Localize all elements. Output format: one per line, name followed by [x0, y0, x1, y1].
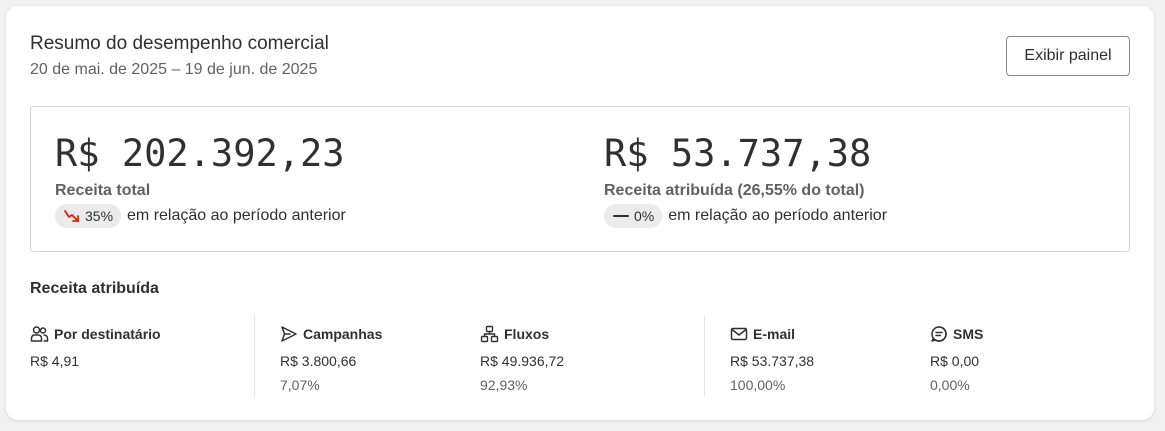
- card-title: Resumo do desempenho comercial: [30, 33, 329, 54]
- total-revenue-metric: R$ 202.392,23 Receita total 35% em relaç…: [55, 132, 346, 228]
- attributed-revenue-metric: R$ 53.737,38 Receita atribuída (26,55% d…: [604, 132, 887, 228]
- stat-email: E-mail R$ 53.737,38 100,00%: [730, 324, 814, 393]
- stat-percent: 0,00%: [930, 377, 970, 393]
- stat-value: R$ 3.800,66: [280, 353, 357, 369]
- total-revenue-value: R$ 202.392,23: [55, 132, 345, 175]
- send-icon: [280, 325, 298, 343]
- attributed-revenue-label: Receita atribuída (26,55% do total): [604, 182, 865, 199]
- stat-campaigns: Campanhas R$ 3.800,66 7,07%: [280, 324, 382, 393]
- total-revenue-comparison: 35% em relação ao período anterior: [55, 204, 346, 228]
- flow-icon: [480, 325, 499, 343]
- people-icon: [30, 325, 49, 343]
- dash-icon: [612, 208, 630, 224]
- comparison-text: em relação ao período anterior: [127, 207, 346, 224]
- view-dashboard-button[interactable]: Exibir painel: [1006, 36, 1130, 76]
- revenue-summary-box: R$ 202.392,23 Receita total 35% em relaç…: [30, 106, 1130, 252]
- stat-label: SMS: [953, 326, 984, 342]
- stat-percent: 100,00%: [730, 377, 786, 393]
- stat-label: Campanhas: [303, 326, 383, 342]
- comparison-text: em relação ao período anterior: [668, 207, 888, 224]
- change-value: 35%: [85, 208, 114, 224]
- breakdown-title: Receita atribuída: [30, 280, 159, 297]
- stat-label: E-mail: [753, 326, 796, 342]
- stat-per-recipient: Por destinatário R$ 4,91: [30, 324, 161, 369]
- change-badge: 35%: [55, 204, 122, 228]
- divider: [254, 316, 255, 396]
- stat-label: Por destinatário: [54, 326, 161, 342]
- trend-down-icon: [63, 208, 81, 224]
- stat-value: R$ 53.737,38: [730, 353, 815, 369]
- divider: [704, 316, 705, 396]
- attributed-revenue-comparison: 0% em relação ao período anterior: [604, 204, 887, 228]
- stat-value: R$ 0,00: [930, 353, 980, 369]
- total-revenue-label: Receita total: [55, 182, 151, 199]
- stat-percent: 7,07%: [280, 377, 320, 393]
- performance-summary-card: Resumo do desempenho comercial 20 de mai…: [6, 6, 1154, 420]
- change-value: 0%: [634, 208, 655, 224]
- change-badge: 0%: [604, 204, 663, 228]
- stat-value: R$ 49.936,72: [480, 353, 565, 369]
- stat-sms: SMS R$ 0,00 0,00%: [930, 324, 983, 393]
- sms-icon: [930, 325, 948, 343]
- stat-label: Fluxos: [504, 326, 550, 342]
- date-range: 20 de mai. de 2025 – 19 de jun. de 2025: [30, 61, 318, 78]
- stat-flows: Fluxos R$ 49.936,72 92,93%: [480, 324, 564, 393]
- attributed-revenue-value: R$ 53.737,38: [604, 132, 872, 175]
- stat-value: R$ 4,91: [30, 353, 80, 369]
- email-icon: [730, 325, 748, 343]
- stat-percent: 92,93%: [480, 377, 528, 393]
